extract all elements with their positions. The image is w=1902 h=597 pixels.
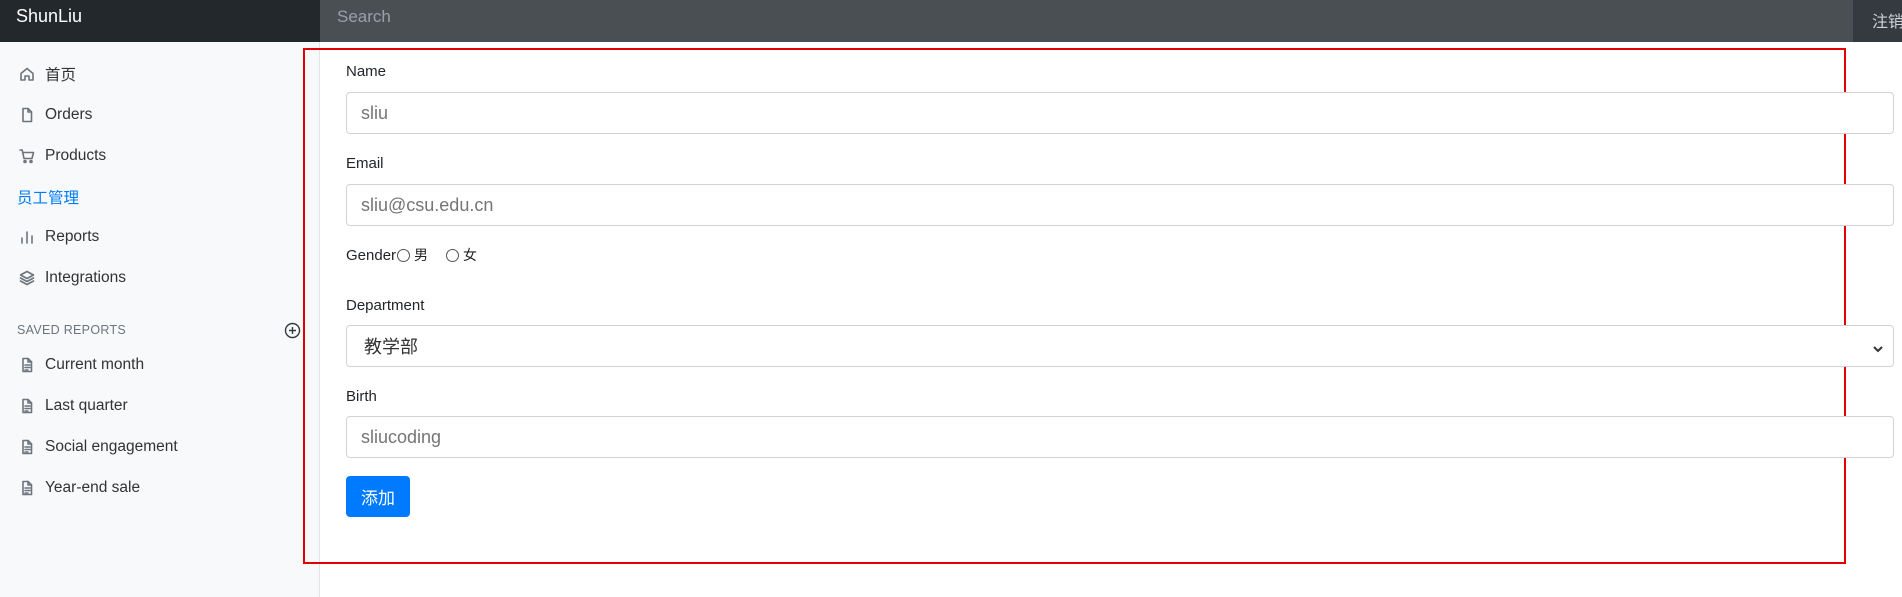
brand-logo[interactable]: ShunLiu	[0, 0, 320, 42]
add-report-button[interactable]	[284, 322, 301, 339]
sidebar-item-label: Integrations	[45, 269, 126, 286]
sidebar-item-label: 员工管理	[17, 190, 80, 207]
department-label: Department	[346, 297, 425, 314]
email-label: Email	[346, 155, 384, 172]
birth-input[interactable]	[346, 416, 1894, 458]
saved-report-current-month[interactable]: Current month	[0, 347, 320, 383]
saved-report-social-engagement[interactable]: Social engagement	[0, 429, 320, 465]
birth-label: Birth	[346, 388, 377, 405]
sidebar-item-home[interactable]: 首页	[0, 56, 320, 92]
shopping-cart-icon	[19, 148, 35, 164]
department-select[interactable]: 教学部	[346, 325, 1894, 367]
gender-radio-female[interactable]	[446, 248, 460, 262]
plus-circle-icon	[284, 322, 301, 339]
sidebar-item-label: Products	[45, 147, 107, 164]
sidebar-item-label: Orders	[45, 106, 93, 123]
sidebar-item-products[interactable]: Products	[0, 138, 320, 174]
sidebar-item-reports[interactable]: Reports	[0, 219, 320, 255]
name-label: Name	[346, 63, 387, 80]
file-text-icon	[19, 398, 35, 414]
gender-option-label: 男	[414, 247, 429, 263]
signout-link[interactable]: 注销	[1853, 0, 1902, 42]
search-input[interactable]	[320, 0, 1853, 42]
add-button[interactable]: 添加	[346, 476, 410, 517]
gender-radio-male[interactable]	[397, 248, 411, 262]
bar-chart-icon	[19, 229, 35, 245]
gender-field: Gender 男 女	[346, 245, 494, 265]
layers-icon	[19, 270, 35, 286]
saved-report-label: Last quarter	[45, 397, 128, 414]
home-icon	[19, 66, 35, 82]
gender-label: Gender	[346, 246, 397, 264]
sidebar-item-label: 首页	[45, 67, 77, 84]
file-text-icon	[19, 480, 35, 496]
sidebar-item-employee-management[interactable]: 员工管理	[0, 179, 320, 215]
saved-report-label: Year-end sale	[45, 479, 141, 496]
top-navbar: ShunLiu 注销	[0, 0, 1902, 42]
saved-report-last-quarter[interactable]: Last quarter	[0, 388, 320, 424]
sidebar-item-integrations[interactable]: Integrations	[0, 260, 320, 296]
saved-report-label: Current month	[45, 356, 145, 373]
saved-report-year-end-sale[interactable]: Year-end sale	[0, 470, 320, 506]
saved-report-label: Social engagement	[45, 438, 178, 455]
department-selected-value: 教学部	[364, 337, 418, 357]
sidebar-item-label: Reports	[45, 228, 100, 245]
saved-reports-heading: SAVED REPORTS	[17, 323, 127, 337]
sidebar: 首页 Orders Products 员工管理 Reports Integrat…	[0, 42, 320, 597]
chevron-down-icon	[1871, 340, 1885, 354]
sidebar-item-orders[interactable]: Orders	[0, 97, 320, 133]
file-text-icon	[19, 357, 35, 373]
file-icon	[19, 107, 35, 123]
name-input[interactable]	[346, 92, 1894, 134]
gender-option-label: 女	[463, 247, 478, 263]
file-text-icon	[19, 439, 35, 455]
email-input[interactable]	[346, 184, 1894, 226]
